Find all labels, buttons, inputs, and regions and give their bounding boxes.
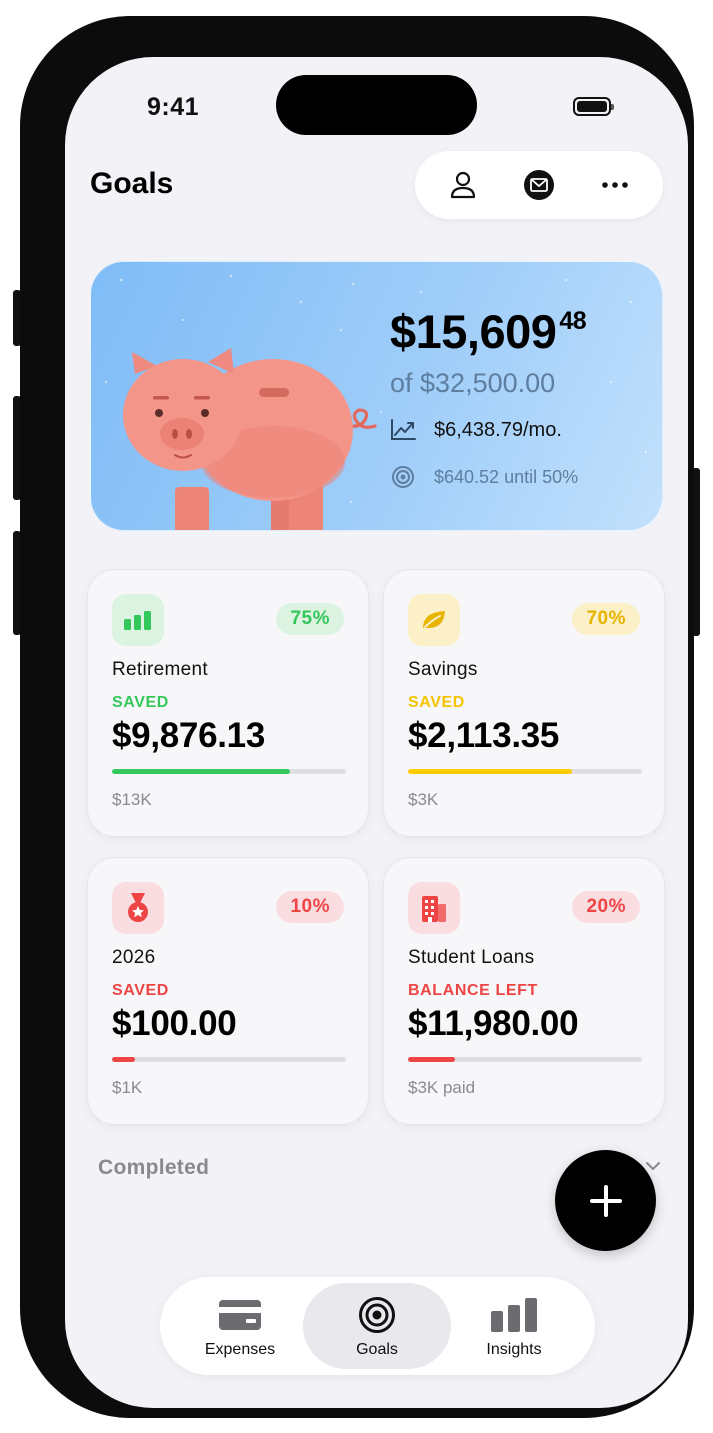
person-icon (450, 171, 476, 199)
plus-icon (589, 1184, 622, 1217)
total-saved-amount: $15,609 48 (390, 305, 587, 358)
page-title: Goals (90, 167, 174, 200)
building-icon (408, 882, 460, 934)
completed-section-label[interactable]: Completed (98, 1156, 209, 1180)
medal-icon (112, 882, 164, 934)
battery-icon (573, 97, 614, 116)
goal-target: $3K paid (408, 1078, 476, 1097)
goal-progress-bar (112, 1057, 346, 1062)
total-saved-cents: 48 (559, 307, 587, 335)
goal-amount: $11,980.00 (408, 1004, 579, 1043)
goal-percent-badge: 20% (572, 891, 640, 923)
goal-status: BALANCE LEFT (408, 982, 538, 999)
status-time: 9:41 (147, 93, 200, 121)
chevron-down-icon[interactable] (645, 1161, 661, 1171)
goal-percent-badge: 70% (572, 603, 640, 635)
more-button[interactable] (591, 161, 639, 209)
goal-card[interactable]: 10% 2026 SAVED $100.00 $1K (87, 857, 369, 1125)
goal-progress-bar (408, 769, 642, 774)
goal-name: 2026 (112, 947, 156, 968)
milestone-info: $640.52 until 50% (390, 464, 578, 490)
card-icon (172, 1295, 308, 1335)
profile-button[interactable] (439, 161, 487, 209)
tab-goals[interactable]: Goals (303, 1283, 451, 1369)
goal-progress-fill (408, 1057, 455, 1062)
goal-progress-fill (408, 769, 572, 774)
milestone-value: $640.52 until 50% (434, 466, 579, 487)
goal-card[interactable]: 70% Savings SAVED $2,113.35 $3K (383, 569, 665, 837)
goal-target: $1K (112, 1078, 143, 1097)
header-actions (415, 151, 663, 219)
goal-name: Student Loans (408, 947, 535, 968)
mail-icon (524, 170, 554, 200)
goal-card[interactable]: 20% Student Loans BALANCE LEFT $11,980.00 $3… (383, 857, 665, 1125)
goal-percent-badge: 75% (276, 603, 344, 635)
goal-target: $3K (408, 790, 439, 809)
monthly-rate: $6,438.79/mo. (390, 417, 562, 443)
bar-chart-icon (112, 594, 164, 646)
goal-progress-fill (112, 1057, 136, 1062)
tab-insights[interactable]: Insights (446, 1283, 582, 1369)
dynamic-island (276, 75, 477, 135)
tab-bar: Expenses Goals Insights (160, 1277, 595, 1375)
piggy-bank-icon (104, 274, 648, 530)
target-small-icon (390, 464, 416, 490)
leaf-icon (408, 594, 460, 646)
tab-expenses-label: Expenses (204, 1341, 276, 1358)
tab-expenses[interactable]: Expenses (172, 1283, 308, 1369)
goal-name: Savings (408, 659, 478, 680)
phone-frame: 9:41 Goals $15,609 48 of $32,500.00 $6,4… (20, 16, 694, 1418)
goal-progress-fill (112, 769, 290, 774)
screen: 9:41 Goals $15,609 48 of $32,500.00 $6,4… (65, 57, 688, 1408)
goal-progress-bar (408, 1057, 642, 1062)
goal-percent-badge: 10% (276, 891, 344, 923)
goal-amount: $100.00 (112, 1004, 237, 1043)
more-icon (602, 182, 628, 188)
total-savings-card[interactable]: $15,609 48 of $32,500.00 $6,438.79/mo. $… (90, 261, 663, 531)
tab-insights-label: Insights (486, 1341, 542, 1358)
add-goal-button[interactable] (555, 1150, 656, 1251)
goal-status: SAVED (112, 694, 169, 711)
target-icon (303, 1295, 451, 1335)
goal-progress-bar (112, 769, 346, 774)
total-target: of $32,500.00 (390, 368, 556, 398)
goal-amount: $9,876.13 (112, 716, 266, 755)
goal-card[interactable]: 75% Retirement SAVED $9,876.13 $13K (87, 569, 369, 837)
goal-status: SAVED (112, 982, 169, 999)
goal-amount: $2,113.35 (408, 716, 560, 755)
tab-goals-label: Goals (356, 1341, 398, 1358)
goal-name: Retirement (112, 659, 208, 680)
chart-icon (446, 1295, 582, 1335)
messages-button[interactable] (515, 161, 563, 209)
trend-up-icon (390, 417, 416, 443)
goal-target: $13K (112, 790, 152, 809)
monthly-rate-value: $6,438.79/mo. (434, 418, 562, 441)
goal-status: SAVED (408, 694, 465, 711)
